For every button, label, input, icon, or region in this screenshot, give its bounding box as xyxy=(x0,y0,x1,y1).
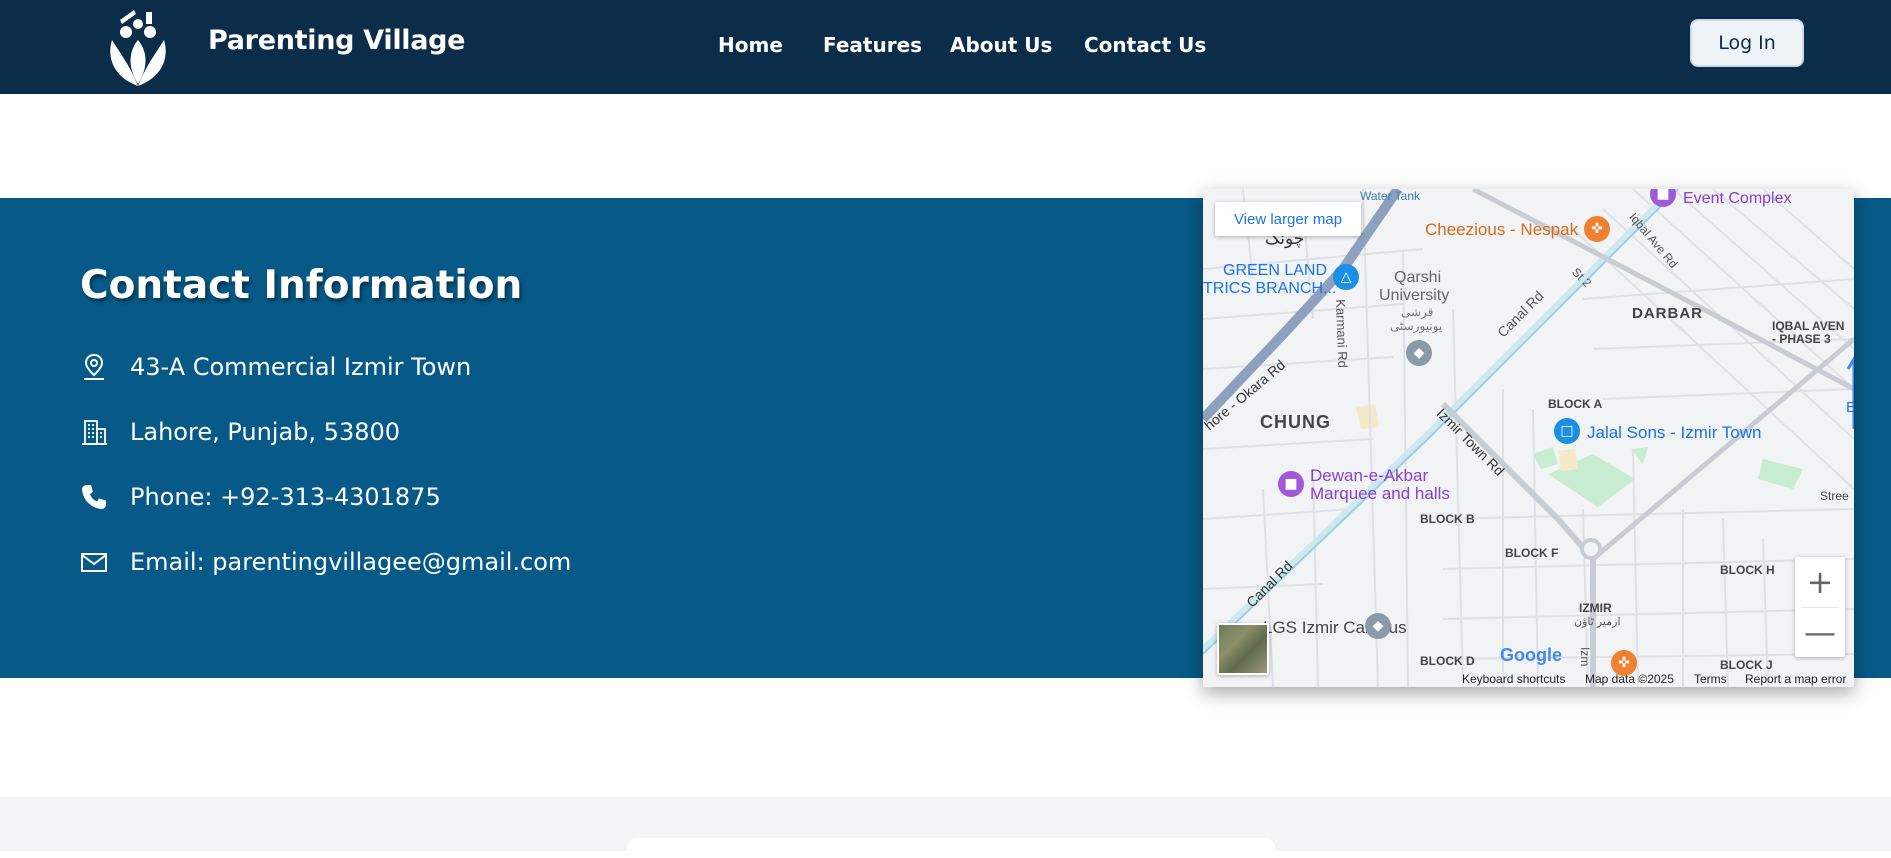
label-block-d: BLOCK D xyxy=(1420,654,1475,668)
label-e: E xyxy=(1846,399,1854,416)
satellite-toggle-thumbnail[interactable] xyxy=(1217,623,1269,675)
embedded-map[interactable]: Water Tank ■ Event Complex Cheezious - N… xyxy=(1203,189,1854,687)
nav-home[interactable]: Home xyxy=(718,33,783,57)
phone-icon xyxy=(82,485,106,509)
label-greenland[interactable]: GREEN LAND xyxy=(1223,262,1327,280)
venue-pin-icon[interactable]: ■ xyxy=(1278,471,1304,497)
keyboard-shortcuts-link[interactable]: Keyboard shortcuts xyxy=(1462,672,1565,686)
contact-city: Lahore, Punjab, 53800 xyxy=(130,418,401,446)
label-street: Stree xyxy=(1820,489,1849,503)
label-qarshi-university[interactable]: University xyxy=(1379,287,1449,305)
label-block-f: BLOCK F xyxy=(1505,546,1559,560)
label-marquee-halls[interactable]: Marquee and halls xyxy=(1310,484,1450,504)
label-qarshi-urdu-2: یونیورسٹی xyxy=(1390,319,1443,333)
nav-contact-us[interactable]: Contact Us xyxy=(1084,33,1206,57)
contact-phone: Phone: +92-313-4301875 xyxy=(130,483,441,511)
terms-link[interactable]: Terms xyxy=(1694,672,1727,686)
label-izm: Izm xyxy=(1578,647,1592,667)
zoom-out-button[interactable]: — xyxy=(1795,607,1845,657)
campus-pin-icon[interactable]: ◆ xyxy=(1365,613,1391,639)
label-darbar: DARBAR xyxy=(1632,305,1703,322)
label-cheezious[interactable]: Cheezious - Nespak xyxy=(1425,220,1578,240)
brand-name[interactable]: Parenting Village xyxy=(208,25,466,56)
label-jalal-sons[interactable]: Jalal Sons - Izmir Town xyxy=(1587,423,1761,443)
label-izmir: IZMIR xyxy=(1579,601,1612,615)
zoom-divider xyxy=(1801,607,1839,608)
contact-address: 43-A Commercial Izmir Town xyxy=(130,353,472,381)
label-event-complex[interactable]: Event Complex xyxy=(1683,190,1792,208)
google-logo: Google xyxy=(1500,645,1562,665)
label-dewan-e-akbar[interactable]: Dewan-e-Akbar xyxy=(1310,466,1428,486)
parenting-village-logo[interactable] xyxy=(100,6,176,88)
label-iqbal-avenue: IQBAL AVEN xyxy=(1772,319,1845,333)
nav-about-us[interactable]: About Us xyxy=(950,33,1052,57)
shopping-pin-icon[interactable]: □ xyxy=(1554,418,1580,444)
building-icon xyxy=(82,420,107,445)
label-phase-3: - PHASE 3 xyxy=(1772,332,1831,346)
label-izmir-urdu: ازمیر ٹاؤن xyxy=(1574,616,1621,628)
email-icon xyxy=(81,553,107,572)
school-pin-icon[interactable]: △ xyxy=(1333,264,1359,290)
label-water-tank: Water Tank xyxy=(1360,189,1421,203)
label-block-b: BLOCK B xyxy=(1420,512,1475,526)
contact-email: Email: parentingvillagee@gmail.com xyxy=(130,548,572,576)
label-qarshi-urdu: قرشی xyxy=(1401,305,1434,319)
label-block-h: BLOCK H xyxy=(1720,563,1775,577)
top-navbar: Parenting Village Home Features About Us… xyxy=(0,0,1891,94)
university-pin-icon[interactable]: ◆ xyxy=(1406,340,1432,366)
label-karmani-rd: Karmani Rd xyxy=(1333,299,1351,369)
label-chung: CHUNG xyxy=(1260,412,1331,432)
contact-title: Contact Information xyxy=(80,263,523,308)
footer-card xyxy=(627,838,1275,858)
login-button[interactable]: Log In xyxy=(1690,19,1804,67)
nav-features[interactable]: Features xyxy=(823,33,922,57)
label-block-a: BLOCK A xyxy=(1548,397,1603,411)
map-data-text: Map data ©2025 xyxy=(1585,672,1674,686)
zoom-controls: + — xyxy=(1795,557,1845,657)
zoom-in-button[interactable]: + xyxy=(1795,557,1845,607)
label-greenland-branch[interactable]: TRICS BRANCH... xyxy=(1203,280,1336,298)
view-larger-map-link[interactable]: View larger map xyxy=(1215,202,1361,236)
label-block-j: BLOCK J xyxy=(1720,658,1773,672)
label-qarshi[interactable]: Qarshi xyxy=(1394,269,1441,287)
restaurant-pin-icon[interactable]: ✜ xyxy=(1584,216,1610,242)
location-pin-icon xyxy=(84,353,104,380)
report-map-error-link[interactable]: Report a map error xyxy=(1745,672,1846,686)
